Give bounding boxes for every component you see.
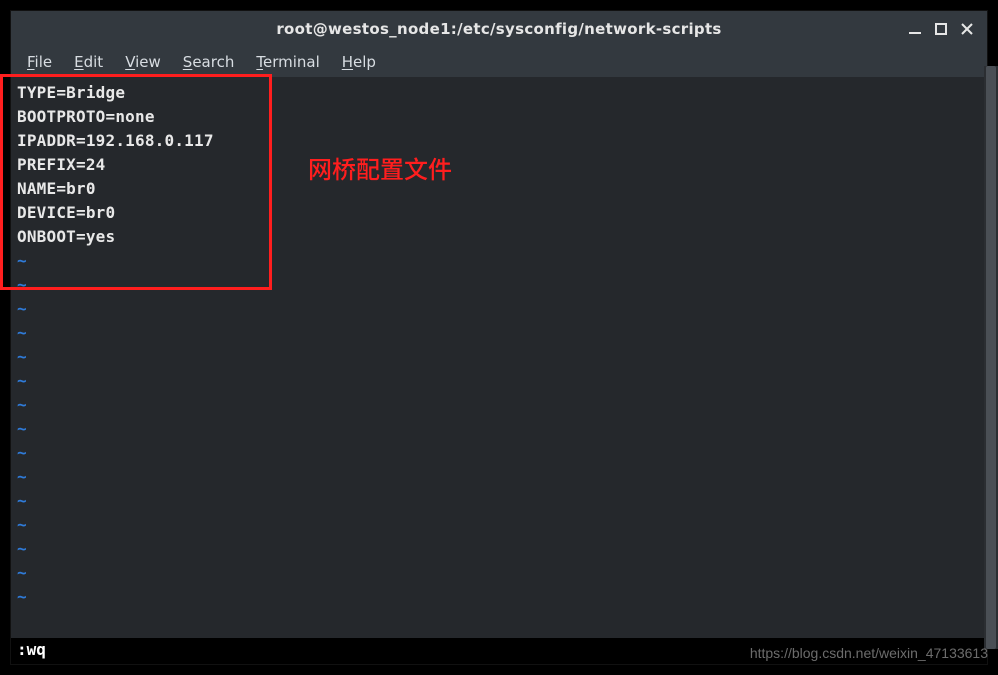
editor-area[interactable]: TYPE=BridgeBOOTPROTO=noneIPADDR=192.168.… [11, 77, 987, 638]
terminal-window: root@westos_node1:/etc/sysconfig/network… [10, 10, 988, 665]
editor-line: IPADDR=192.168.0.117 [17, 129, 981, 153]
menu-edit[interactable]: Edit [64, 50, 113, 74]
close-icon[interactable] [961, 23, 973, 35]
minimize-icon[interactable] [909, 23, 921, 35]
menu-terminal[interactable]: Terminal [246, 50, 329, 74]
editor-empty-tilde: ~ [17, 321, 981, 345]
editor-empty-tilde: ~ [17, 273, 981, 297]
vim-command-line[interactable]: :wq [11, 638, 987, 664]
editor-line: TYPE=Bridge [17, 81, 981, 105]
title-bar: root@westos_node1:/etc/sysconfig/network… [11, 11, 987, 47]
editor-empty-tilde: ~ [17, 345, 981, 369]
window-controls [901, 11, 981, 47]
editor-empty-tilde: ~ [17, 441, 981, 465]
editor-line: DEVICE=br0 [17, 201, 981, 225]
editor-empty-tilde: ~ [17, 537, 981, 561]
annotation-label: 网桥配置文件 [308, 150, 452, 185]
editor-empty-tilde: ~ [17, 249, 981, 273]
window-title: root@westos_node1:/etc/sysconfig/network… [11, 20, 987, 38]
editor-empty-tilde: ~ [17, 585, 981, 609]
menu-search[interactable]: Search [173, 50, 245, 74]
editor-line: PREFIX=24 [17, 153, 981, 177]
editor-empty-tilde: ~ [17, 465, 981, 489]
maximize-icon[interactable] [935, 23, 947, 35]
editor-line: ONBOOT=yes [17, 225, 981, 249]
scrollbar-vertical[interactable] [984, 66, 998, 649]
menu-file[interactable]: File [17, 50, 62, 74]
editor-line: BOOTPROTO=none [17, 105, 981, 129]
editor-empty-tilde: ~ [17, 417, 981, 441]
editor-empty-tilde: ~ [17, 369, 981, 393]
editor-empty-tilde: ~ [17, 297, 981, 321]
editor-empty-tilde: ~ [17, 393, 981, 417]
menu-help[interactable]: Help [332, 50, 386, 74]
editor-empty-tilde: ~ [17, 561, 981, 585]
menu-bar: File Edit View Search Terminal Help [11, 47, 987, 77]
editor-empty-tilde: ~ [17, 489, 981, 513]
menu-view[interactable]: View [115, 50, 171, 74]
editor-line: NAME=br0 [17, 177, 981, 201]
editor-empty-tilde: ~ [17, 513, 981, 537]
scrollbar-thumb[interactable] [986, 66, 996, 649]
